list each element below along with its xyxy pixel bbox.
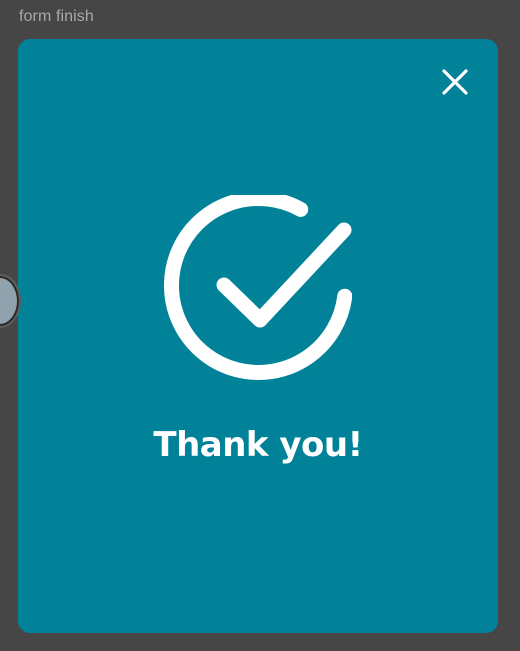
close-icon <box>442 69 468 95</box>
connector-handle[interactable] <box>0 276 19 326</box>
form-finish-canvas: { "frame": { "label": "form finish" }, "… <box>0 0 520 651</box>
thank-you-modal: Thank you! <box>18 39 498 633</box>
thank-you-title: Thank you! <box>153 425 363 465</box>
frame-label: form finish <box>19 8 94 25</box>
close-button[interactable] <box>440 67 470 97</box>
check-circle-icon <box>164 195 352 383</box>
